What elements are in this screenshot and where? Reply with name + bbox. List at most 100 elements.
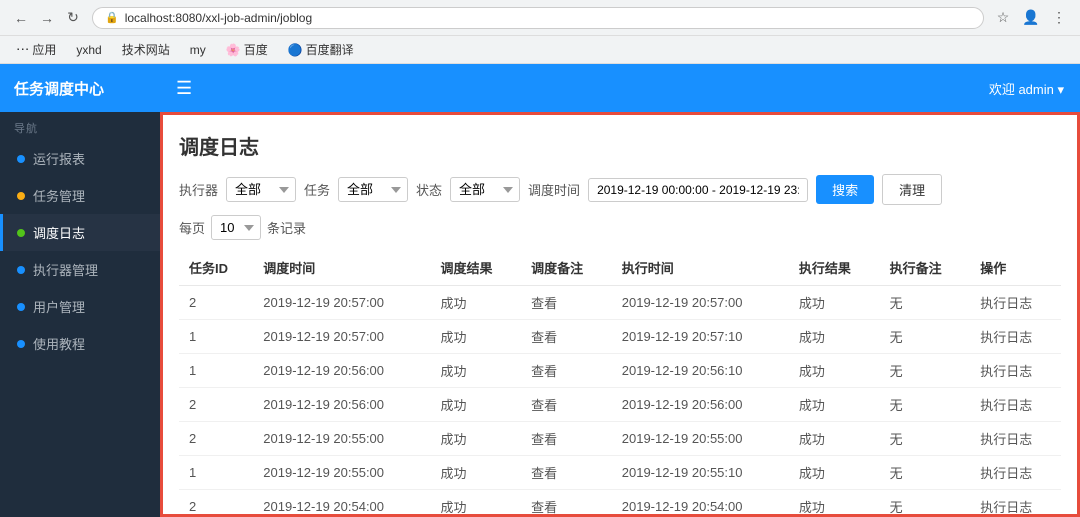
cell-schedule-note[interactable]: 查看 (521, 422, 612, 456)
cell-schedule-note[interactable]: 查看 (521, 354, 612, 388)
app-wrapper: 任务调度中心 导航 运行报表 任务管理 调度日志 执行器管理 用户管理 使用教程 (0, 64, 1080, 517)
cell-exec-note: 无 (880, 354, 971, 388)
sidebar-item-report[interactable]: 运行报表 (0, 140, 160, 177)
bookmark-apps-label: 应用 (32, 41, 56, 58)
cell-exec-result: 成功 (789, 388, 880, 422)
clear-button[interactable]: 清理 (882, 174, 942, 205)
executor-select[interactable]: 全部 (226, 177, 296, 202)
sidebar-item-tutorial[interactable]: 使用教程 (0, 325, 160, 362)
cell-id[interactable]: 2 (179, 422, 253, 456)
per-page-after-label: 条记录 (267, 218, 306, 237)
cell-schedule-time: 2019-12-19 20:54:00 (253, 490, 430, 517)
cell-id[interactable]: 2 (179, 388, 253, 422)
search-button[interactable]: 搜索 (816, 175, 874, 204)
cell-id[interactable]: 2 (179, 490, 253, 517)
bookmark-apps[interactable]: ⋅⋅⋅ 应用 (10, 39, 62, 60)
dot-icon-users (17, 303, 25, 311)
bookmark-my-label: my (190, 43, 206, 57)
cell-schedule-time: 2019-12-19 20:56:00 (253, 388, 430, 422)
cell-schedule-note[interactable]: 查看 (521, 286, 612, 320)
apps-grid-icon: ⋅⋅⋅ (16, 41, 29, 58)
bookmark-baidu-icon: 🌸 (226, 43, 241, 57)
cell-schedule-time: 2019-12-19 20:57:00 (253, 286, 430, 320)
per-page-before-label: 每页 (179, 218, 205, 237)
cell-action[interactable]: 执行日志 (970, 388, 1061, 422)
cell-exec-time: 2019-12-19 20:56:10 (612, 354, 789, 388)
col-header-schedule-note: 调度备注 (521, 250, 612, 286)
cell-exec-time: 2019-12-19 20:54:00 (612, 490, 789, 517)
cell-schedule-result: 成功 (430, 286, 521, 320)
table-row: 1 2019-12-19 20:56:00 成功 查看 2019-12-19 2… (179, 354, 1061, 388)
cell-exec-time: 2019-12-19 20:55:10 (612, 456, 789, 490)
sidebar-item-executor-label: 执行器管理 (33, 260, 98, 279)
cell-id: 1 (179, 354, 253, 388)
url-text: localhost:8080/xxl-job-admin/joblog (125, 11, 312, 25)
time-range-input[interactable] (588, 178, 808, 202)
table-row: 2 2019-12-19 20:56:00 成功 查看 2019-12-19 2… (179, 388, 1061, 422)
table-row: 2 2019-12-19 20:57:00 成功 查看 2019-12-19 2… (179, 286, 1061, 320)
menu-button[interactable]: ⋮ (1048, 7, 1070, 29)
bookmark-fanyi[interactable]: 🔵 百度翻译 (282, 39, 360, 60)
sidebar-item-users[interactable]: 用户管理 (0, 288, 160, 325)
cell-exec-note: 无 (880, 490, 971, 517)
cell-exec-note: 无 (880, 388, 971, 422)
reload-button[interactable]: ↻ (62, 7, 84, 29)
bookmark-fanyi-label: 百度翻译 (306, 41, 354, 58)
data-table: 任务ID 调度时间 调度结果 调度备注 执行时间 执行结果 执行备注 操作 2 … (179, 250, 1061, 517)
cell-schedule-note[interactable]: 查看 (521, 490, 612, 517)
cell-schedule-note[interactable]: 查看 (521, 320, 612, 354)
per-page-select[interactable]: 10 20 50 (211, 215, 261, 240)
cell-exec-result: 成功 (789, 422, 880, 456)
cell-schedule-result: 成功 (430, 388, 521, 422)
time-label: 调度时间 (528, 180, 580, 199)
cell-exec-result: 成功 (789, 354, 880, 388)
browser-nav-buttons: ← → ↻ (10, 7, 84, 29)
cell-action[interactable]: 执行日志 (970, 320, 1061, 354)
cell-schedule-result: 成功 (430, 490, 521, 517)
star-button[interactable]: ☆ (992, 7, 1014, 29)
bookmark-baidu-label: 百度 (244, 41, 268, 58)
cell-id: 1 (179, 320, 253, 354)
cell-schedule-time: 2019-12-19 20:55:00 (253, 422, 430, 456)
cell-action[interactable]: 执行日志 (970, 286, 1061, 320)
top-header: ☰ 欢迎 admin ▾ (160, 64, 1080, 112)
cell-schedule-note[interactable]: 查看 (521, 388, 612, 422)
cell-schedule-note[interactable]: 查看 (521, 456, 612, 490)
bookmark-yxhd[interactable]: yxhd (70, 41, 107, 59)
sidebar-item-tasks[interactable]: 任务管理 (0, 177, 160, 214)
user-info[interactable]: 欢迎 admin ▾ (989, 79, 1064, 98)
sidebar-title: 任务调度中心 (0, 64, 160, 112)
bookmark-fanyi-icon: 🔵 (288, 43, 303, 57)
bookmark-my[interactable]: my (184, 41, 212, 59)
col-header-exec-time: 执行时间 (612, 250, 789, 286)
cell-schedule-time: 2019-12-19 20:55:00 (253, 456, 430, 490)
sidebar-item-logs[interactable]: 调度日志 (0, 214, 160, 251)
status-select[interactable]: 全部 (450, 177, 520, 202)
bookmark-baidu[interactable]: 🌸 百度 (220, 39, 274, 60)
cell-exec-time: 2019-12-19 20:57:00 (612, 286, 789, 320)
task-select[interactable]: 全部 (338, 177, 408, 202)
lock-icon: 🔒 (105, 11, 119, 24)
address-bar[interactable]: 🔒 localhost:8080/xxl-job-admin/joblog (92, 7, 984, 29)
sidebar: 任务调度中心 导航 运行报表 任务管理 调度日志 执行器管理 用户管理 使用教程 (0, 64, 160, 517)
dot-icon-executor (17, 266, 25, 274)
back-button[interactable]: ← (10, 7, 32, 29)
sidebar-item-executor[interactable]: 执行器管理 (0, 251, 160, 288)
cell-action[interactable]: 执行日志 (970, 422, 1061, 456)
cell-action[interactable]: 执行日志 (970, 490, 1061, 517)
cell-schedule-result: 成功 (430, 422, 521, 456)
col-header-exec-note: 执行备注 (880, 250, 971, 286)
cell-schedule-result: 成功 (430, 320, 521, 354)
sidebar-item-logs-label: 调度日志 (33, 223, 85, 242)
hamburger-button[interactable]: ☰ (176, 78, 192, 99)
executor-label: 执行器 (179, 180, 218, 199)
cell-id[interactable]: 2 (179, 286, 253, 320)
dot-icon-report (17, 155, 25, 163)
account-button[interactable]: 👤 (1020, 7, 1042, 29)
forward-button[interactable]: → (36, 7, 58, 29)
per-page-row: 每页 10 20 50 条记录 (179, 215, 1061, 240)
bookmark-tech[interactable]: 技术网站 (116, 39, 176, 60)
cell-action[interactable]: 执行日志 (970, 456, 1061, 490)
sidebar-nav-label: 导航 (0, 112, 160, 140)
cell-action[interactable]: 执行日志 (970, 354, 1061, 388)
